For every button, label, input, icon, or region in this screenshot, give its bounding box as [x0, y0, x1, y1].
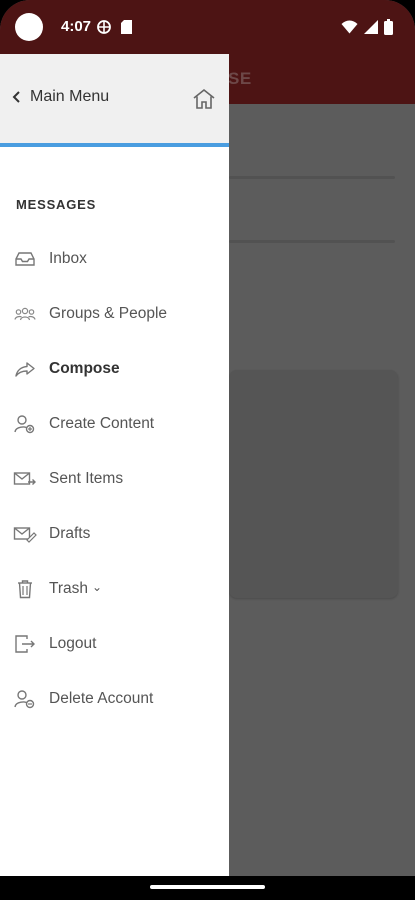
compose-icon — [13, 357, 37, 381]
battery-icon — [384, 19, 393, 35]
screen: 4:07 SE Main Menu MESSAGES Inbox Groups … — [0, 0, 415, 900]
menu-item-create-content[interactable]: Create Content — [0, 402, 229, 446]
vpn-globe-icon — [97, 20, 111, 34]
menu-item-label: Drafts — [49, 525, 91, 542]
main-menu-label: Main Menu — [30, 88, 110, 105]
chevron-left-icon — [12, 91, 20, 103]
menu-item-delete-account[interactable]: Delete Account — [0, 677, 229, 721]
menu-item-label: Logout — [49, 635, 97, 652]
menu-item-sent-items[interactable]: Sent Items — [0, 457, 229, 501]
logout-icon — [13, 632, 37, 656]
drawer-header: Main Menu — [0, 54, 229, 144]
header-accent-bar — [0, 143, 229, 147]
menu-item-label: Delete Account — [49, 690, 154, 707]
status-right-icons — [341, 19, 393, 35]
sim-card-icon — [121, 20, 132, 34]
signal-icon — [364, 20, 378, 34]
camera-cutout — [15, 13, 43, 41]
menu-item-groups-people[interactable]: Groups & People — [0, 292, 229, 336]
menu-item-label: Sent Items — [49, 470, 124, 487]
groups-icon — [13, 302, 37, 326]
home-button[interactable] — [192, 88, 216, 115]
background-divider — [229, 176, 395, 179]
inbox-icon — [13, 247, 37, 271]
main-menu-back-button[interactable]: Main Menu — [12, 88, 109, 106]
background-app-title: SE — [228, 69, 252, 88]
status-bar: 4:07 — [0, 0, 415, 54]
menu-item-inbox[interactable]: Inbox — [0, 237, 229, 281]
home-icon — [193, 88, 215, 109]
status-time: 4:07 — [61, 18, 92, 35]
drafts-icon — [13, 522, 37, 546]
navigation-drawer: Main Menu MESSAGES Inbox Groups & People… — [0, 54, 229, 876]
menu-item-label: Trash — [49, 580, 89, 597]
menu-item-label: Compose — [49, 360, 120, 377]
section-title-messages: MESSAGES — [16, 197, 97, 212]
menu-item-label: Create Content — [49, 415, 155, 432]
delete-account-icon — [13, 687, 37, 711]
wifi-icon — [341, 20, 358, 34]
create-content-icon — [13, 412, 37, 436]
background-divider — [229, 240, 395, 243]
menu-item-label: Inbox — [49, 250, 87, 267]
background-card — [229, 370, 398, 598]
chevron-down-icon: ⌄ — [92, 580, 103, 594]
menu-item-trash[interactable]: Trash ⌄ — [0, 567, 229, 611]
sent-items-icon — [13, 467, 37, 491]
menu-item-label: Groups & People — [49, 305, 168, 322]
home-gesture-handle[interactable] — [150, 885, 265, 889]
trash-icon — [13, 577, 37, 601]
menu-item-compose[interactable]: Compose — [0, 347, 229, 391]
menu-item-logout[interactable]: Logout — [0, 622, 229, 666]
menu-item-drafts[interactable]: Drafts — [0, 512, 229, 556]
